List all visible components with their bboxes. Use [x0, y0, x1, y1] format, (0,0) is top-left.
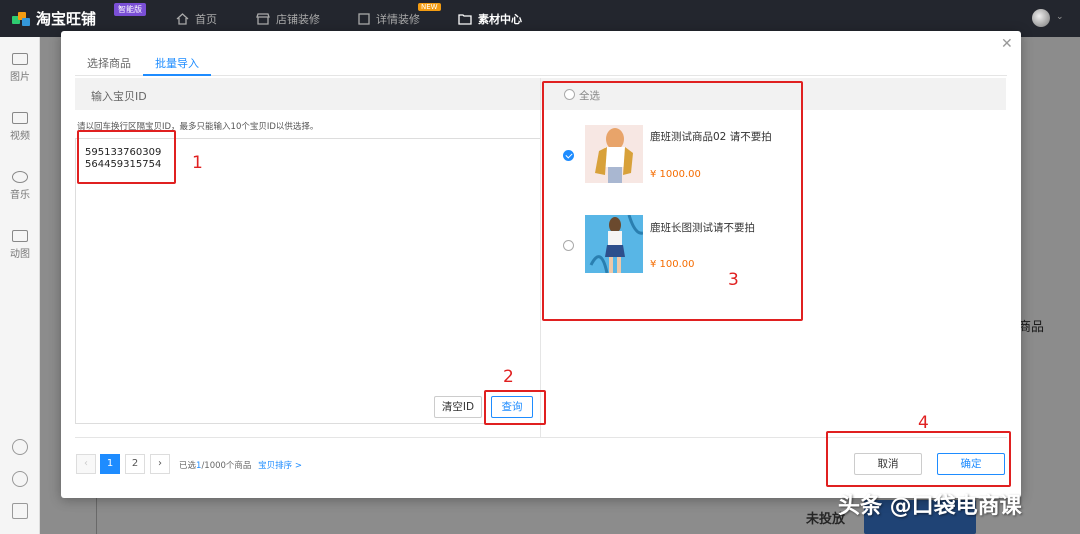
music-icon [12, 171, 28, 183]
selection-info: 已选1/1000个商品 宝贝排序 > [179, 459, 302, 471]
dialog-tabs: 选择商品 批量导入 [75, 45, 1007, 76]
sidebar-item-label: 图片 [10, 72, 30, 83]
nav-home-label: 首页 [195, 13, 217, 26]
chevron-down-icon[interactable]: ⌄ [1056, 12, 1064, 22]
sidebar-item-label: 动图 [10, 249, 30, 260]
annotation-label-4: 4 [918, 413, 929, 433]
sidebar-item-video[interactable]: 视频 [0, 112, 40, 142]
sidebar-item-images[interactable]: 图片 [0, 53, 40, 83]
sort-products-link[interactable]: 宝贝排序 > [258, 461, 302, 471]
page-1-button[interactable]: 1 [100, 454, 120, 474]
nav-store-decoration[interactable]: 店铺装修 [256, 11, 320, 27]
watermark: 头条 @口袋电商课 [838, 494, 1022, 519]
folder-icon [458, 14, 472, 25]
new-badge: NEW [418, 3, 441, 11]
logo-text: 淘宝旺铺 [36, 10, 97, 28]
nav-detail-label: 详情装修 [376, 13, 420, 26]
gif-icon [12, 230, 28, 242]
selection-prefix: 已选 [179, 461, 197, 471]
help-icon[interactable] [12, 439, 28, 455]
annotation-box-4 [826, 431, 1011, 487]
nav-detail-decoration[interactable]: 详情装修 [358, 11, 420, 27]
annotation-label-2: 2 [503, 367, 514, 387]
edit-icon[interactable] [12, 503, 28, 519]
annotation-box-3 [542, 81, 803, 321]
nav-material-label: 素材中心 [478, 13, 522, 26]
nav-store-label: 店铺装修 [276, 13, 320, 26]
annotation-box-1 [77, 130, 176, 184]
selection-suffix: /1000个商品 [201, 461, 252, 471]
detail-icon [358, 13, 370, 25]
input-title: 输入宝贝ID [75, 78, 541, 110]
nav-material-center[interactable]: 素材中心 [458, 11, 522, 27]
nav-home[interactable]: 首页 [176, 11, 217, 27]
image-icon [12, 53, 28, 65]
tab-batch-import[interactable]: 批量导入 [143, 45, 211, 76]
avatar[interactable] [1032, 9, 1050, 27]
next-page-button[interactable]: › [150, 454, 170, 474]
sidebar-item-gif[interactable]: 动图 [0, 230, 40, 260]
batch-import-dialog: ✕ 选择商品 批量导入 输入宝贝ID 请以回车换行区隔宝贝ID，最多只能输入10… [61, 31, 1021, 498]
tab-select-products[interactable]: 选择商品 [75, 45, 143, 76]
sidebar: 图片 视频 音乐 动图 [0, 37, 40, 534]
shop-logo-icon [12, 10, 30, 28]
prev-page-button[interactable]: ‹ [76, 454, 96, 474]
support-icon[interactable] [12, 471, 28, 487]
store-icon [256, 13, 270, 25]
annotation-label-3: 3 [728, 270, 739, 290]
page-2-button[interactable]: 2 [125, 454, 145, 474]
sidebar-item-label: 视频 [10, 131, 30, 142]
sidebar-item-label: 音乐 [10, 190, 30, 201]
video-icon [12, 112, 28, 124]
annotation-label-1: 1 [192, 153, 203, 173]
edition-badge: 智能版 [114, 3, 146, 16]
annotation-box-2 [484, 390, 546, 425]
sidebar-item-music[interactable]: 音乐 [0, 171, 40, 201]
clear-ids-button[interactable]: 清空ID [434, 396, 482, 418]
home-icon [176, 13, 189, 25]
panel-divider [540, 78, 541, 437]
logo[interactable]: 淘宝旺铺 [12, 8, 96, 29]
